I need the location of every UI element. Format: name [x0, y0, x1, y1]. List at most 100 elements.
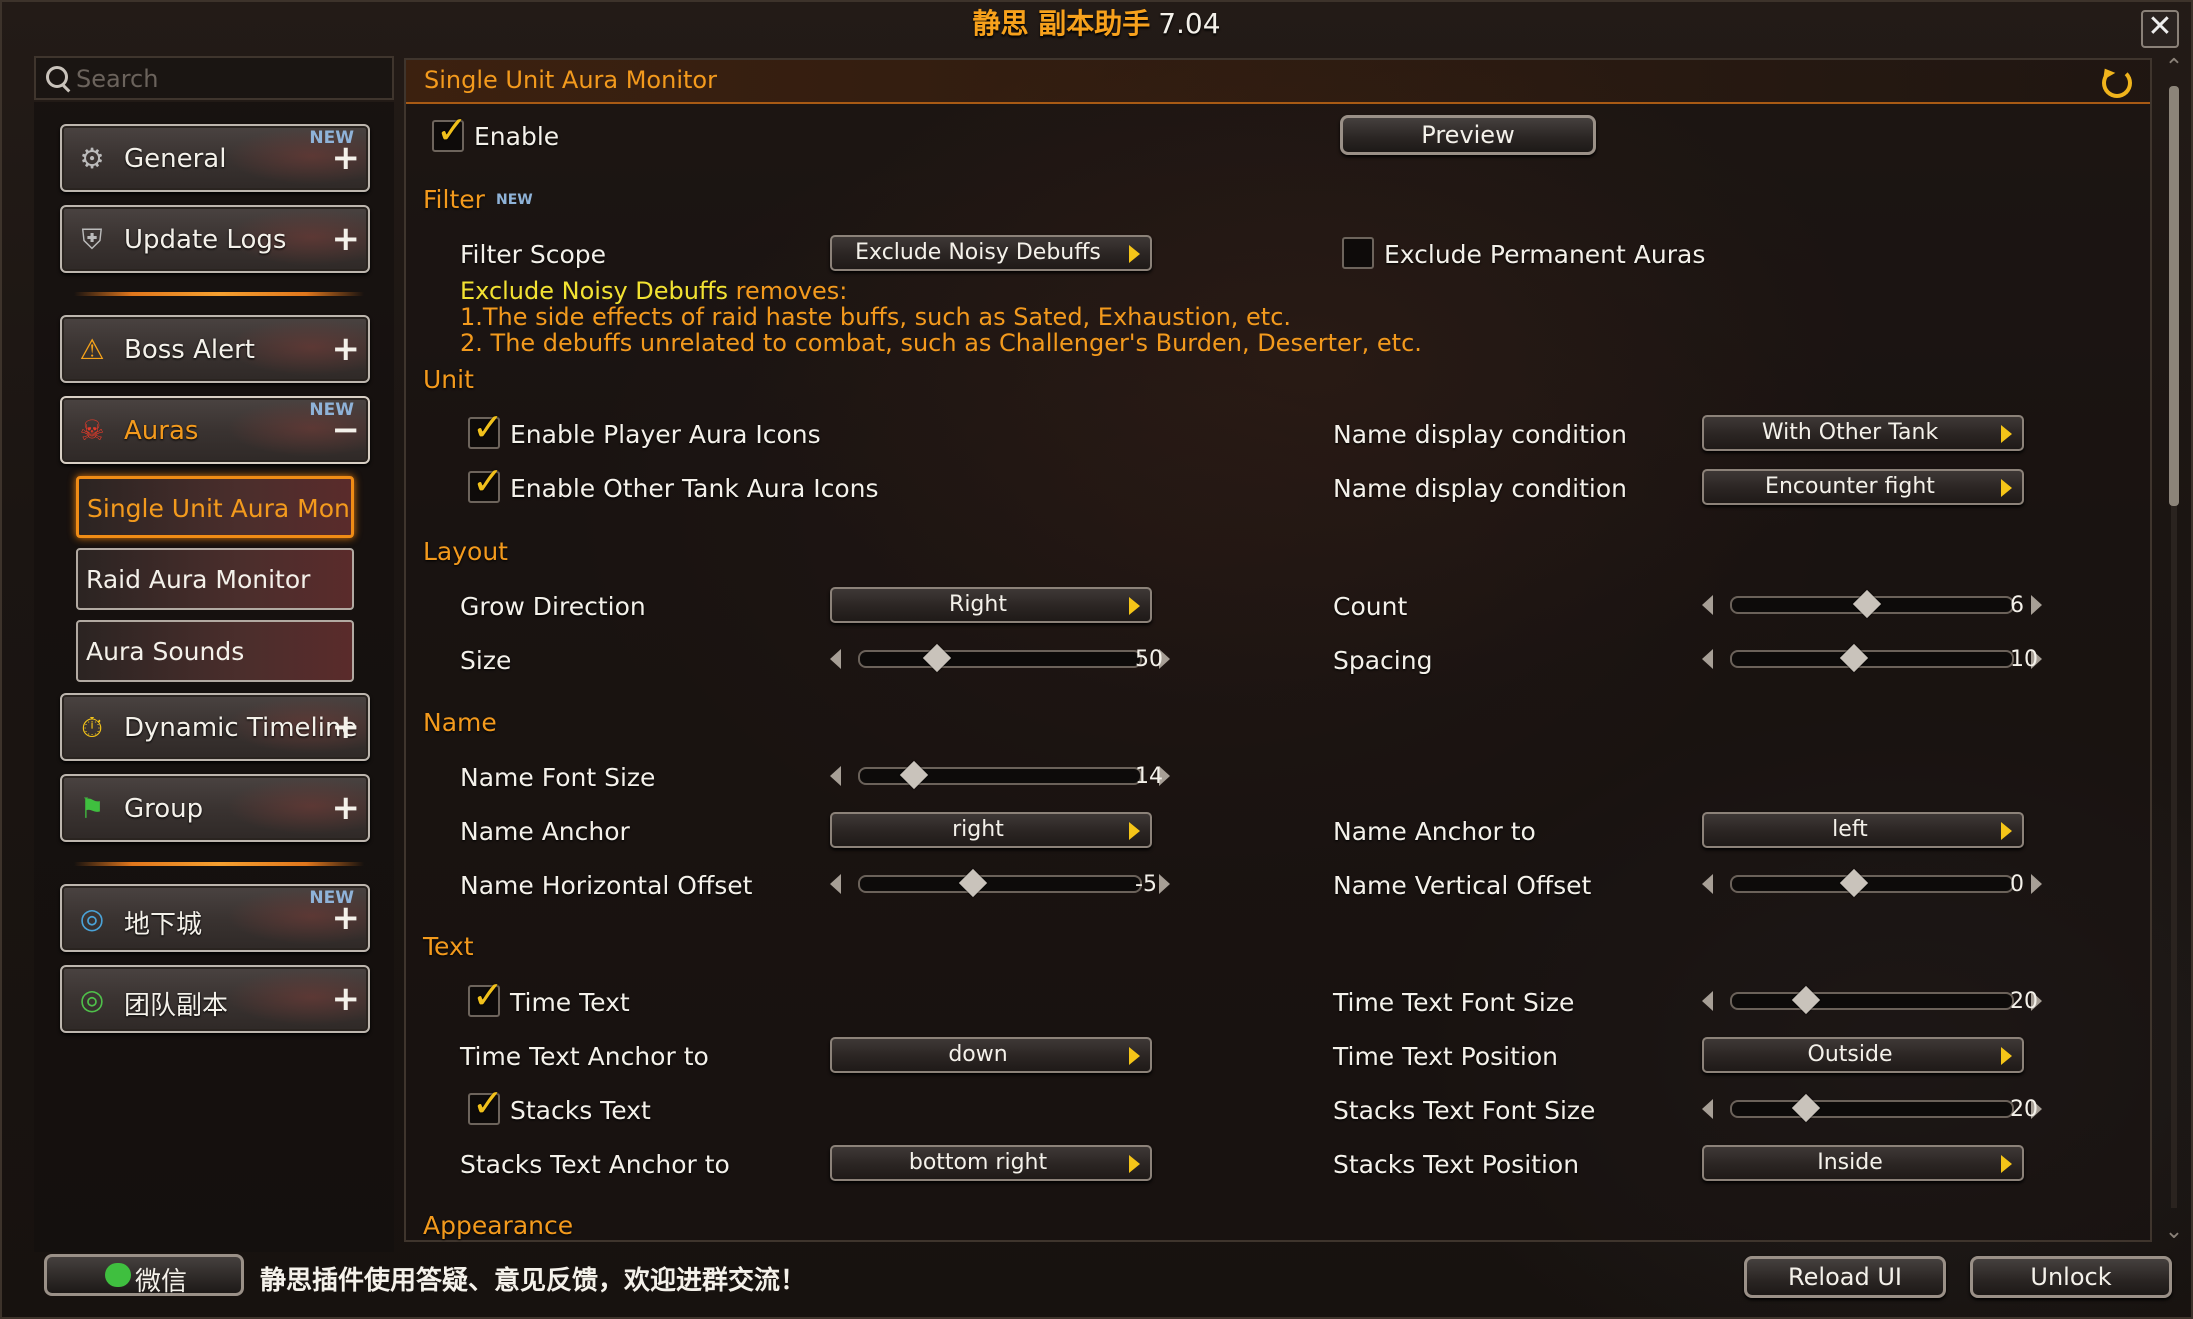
time-text-label: Time Text	[510, 988, 630, 1017]
sidebar-item-raid[interactable]: ◎ 团队副本 +	[60, 965, 370, 1033]
name-font-size-value: 14	[1135, 764, 1163, 789]
stacks-text-position-dropdown[interactable]: Inside	[1702, 1145, 2024, 1181]
section-appearance: Appearance	[423, 1211, 574, 1240]
time-text-font-size-slider[interactable]	[1700, 984, 2044, 1016]
note-line-2: 2. The debuffs unrelated to combat, such…	[460, 329, 1422, 357]
sidebar-divider	[74, 862, 364, 866]
time-text-anchor-dropdown[interactable]: down	[830, 1037, 1152, 1073]
time-text-anchor-label: Time Text Anchor to	[460, 1042, 709, 1071]
grow-direction-dropdown[interactable]: Right	[830, 587, 1152, 623]
scrollbar[interactable]: ⌃ ⌄	[2160, 57, 2188, 1243]
name-condition-label: Name display condition	[1333, 474, 1628, 503]
dropdown-arrow-icon	[2001, 479, 2012, 497]
tank-aura-checkbox[interactable]: ✓	[468, 461, 504, 503]
scroll-down-icon[interactable]: ⌄	[2164, 1221, 2184, 1243]
preview-button[interactable]: Preview	[1340, 115, 1596, 155]
slider-track[interactable]	[1730, 650, 2014, 668]
decrease-arrow-icon[interactable]	[1702, 1099, 1713, 1119]
increase-arrow-icon[interactable]	[2031, 874, 2042, 894]
time-text-position-dropdown[interactable]: Outside	[1702, 1037, 2024, 1073]
close-button[interactable]: ✕	[2141, 10, 2179, 48]
filter-scope-dropdown[interactable]: Exclude Noisy Debuffs	[830, 235, 1152, 271]
sidebar-item-boss-alert[interactable]: ⚠ Boss Alert +	[60, 315, 370, 383]
stacks-text-font-size-slider[interactable]	[1700, 1092, 2044, 1124]
name-condition-dropdown-1[interactable]: With Other Tank	[1702, 415, 2024, 451]
filter-note: Exclude Noisy Debuffs removes: 1.The sid…	[460, 278, 1422, 356]
sidebar-item-label: Dynamic Timeline	[124, 713, 358, 743]
name-vertical-offset-slider[interactable]	[1700, 867, 2044, 899]
expand-icon[interactable]: +	[332, 900, 361, 936]
stacks-text-checkbox[interactable]: ✓	[468, 1083, 504, 1125]
decrease-arrow-icon[interactable]	[1702, 874, 1713, 894]
section-unit: Unit	[423, 365, 474, 394]
section-text: Text	[423, 932, 474, 961]
time-text-checkbox[interactable]: ✓	[468, 975, 504, 1017]
reload-ui-button[interactable]: Reload UI	[1744, 1256, 1946, 1298]
count-label: Count	[1333, 592, 1408, 621]
name-horizontal-offset-slider[interactable]	[828, 867, 1172, 899]
dropdown-arrow-icon	[1129, 1155, 1140, 1173]
sidebar-subitem-single-unit-aura-monitor[interactable]: Single Unit Aura Monit...	[76, 476, 354, 538]
sidebar-subitem-raid-aura-monitor[interactable]: Raid Aura Monitor	[76, 548, 354, 610]
sidebar-item-label: General	[124, 144, 227, 174]
sidebar-item-label: 团队副本	[124, 991, 229, 1021]
sidebar-item-general[interactable]: ⚙ General NEW +	[60, 124, 370, 192]
slider-track[interactable]	[1730, 1100, 2014, 1118]
note-suffix: removes:	[728, 277, 848, 305]
section-name: Name	[423, 708, 497, 737]
name-anchor-to-dropdown[interactable]: left	[1702, 812, 2024, 848]
expand-icon[interactable]: +	[332, 140, 361, 176]
search-box[interactable]: Search	[34, 56, 394, 100]
enable-checkbox[interactable]: ✓	[432, 110, 468, 152]
sidebar-item-dungeon[interactable]: ◎ 地下城 NEW +	[60, 884, 370, 952]
portal-icon: ◎	[79, 983, 105, 1016]
decrease-arrow-icon[interactable]	[1702, 595, 1713, 615]
sidebar-item-update-logs[interactable]: ⛨ Update Logs +	[60, 205, 370, 273]
scroll-up-icon[interactable]: ⌃	[2164, 57, 2184, 79]
spacing-slider[interactable]	[1700, 642, 2044, 674]
sidebar-item-group[interactable]: ⚑ Group +	[60, 774, 370, 842]
decrease-arrow-icon[interactable]	[1702, 991, 1713, 1011]
name-condition-dropdown-2[interactable]: Encounter fight	[1702, 469, 2024, 505]
time-text-font-size-label: Time Text Font Size	[1333, 988, 1575, 1017]
collapse-icon[interactable]: −	[332, 412, 361, 448]
sidebar-item-label: Group	[124, 794, 204, 824]
wechat-button[interactable]: 微信	[44, 1254, 244, 1297]
unlock-button[interactable]: Unlock	[1970, 1256, 2172, 1298]
slider-track[interactable]	[1730, 875, 2014, 893]
dropdown-arrow-icon	[1129, 597, 1140, 615]
slider-track[interactable]	[1730, 992, 2014, 1010]
expand-icon[interactable]: +	[332, 331, 361, 367]
expand-icon[interactable]: +	[332, 221, 361, 257]
count-value: 6	[2010, 593, 2024, 618]
expand-icon[interactable]: +	[332, 709, 361, 745]
exclude-permanent-checkbox[interactable]	[1342, 237, 1374, 269]
sidebar-item-dynamic-timeline[interactable]: ⏱ Dynamic Timeline +	[60, 693, 370, 761]
decrease-arrow-icon[interactable]	[1702, 649, 1713, 669]
exclude-permanent-label: Exclude Permanent Auras	[1384, 240, 1706, 269]
stacks-text-anchor-dropdown[interactable]: bottom right	[830, 1145, 1152, 1181]
enable-label: Enable	[474, 122, 560, 151]
decrease-arrow-icon[interactable]	[830, 766, 841, 786]
size-slider[interactable]	[828, 642, 1172, 674]
sidebar-subitem-aura-sounds[interactable]: Aura Sounds	[76, 620, 354, 682]
section-filter: Filter	[423, 185, 485, 214]
count-slider[interactable]	[1700, 588, 2044, 620]
panel-header: Single Unit Aura Monitor	[406, 60, 2150, 104]
increase-arrow-icon[interactable]	[1159, 874, 1170, 894]
decrease-arrow-icon[interactable]	[830, 874, 841, 894]
sidebar-item-label: Auras	[124, 416, 199, 446]
reset-icon[interactable]	[2102, 68, 2132, 98]
sidebar-item-auras[interactable]: ☠ Auras NEW −	[60, 396, 370, 464]
name-condition-label: Name display condition	[1333, 420, 1628, 449]
scroll-thumb[interactable]	[2169, 86, 2179, 506]
name-anchor-dropdown[interactable]: right	[830, 812, 1152, 848]
decrease-arrow-icon[interactable]	[830, 649, 841, 669]
increase-arrow-icon[interactable]	[2031, 595, 2042, 615]
expand-icon[interactable]: +	[332, 790, 361, 826]
slider-track[interactable]	[858, 875, 1142, 893]
expand-icon[interactable]: +	[332, 981, 361, 1017]
slider-track[interactable]	[858, 650, 1142, 668]
name-font-size-slider[interactable]	[828, 759, 1172, 791]
player-aura-checkbox[interactable]: ✓	[468, 407, 504, 449]
